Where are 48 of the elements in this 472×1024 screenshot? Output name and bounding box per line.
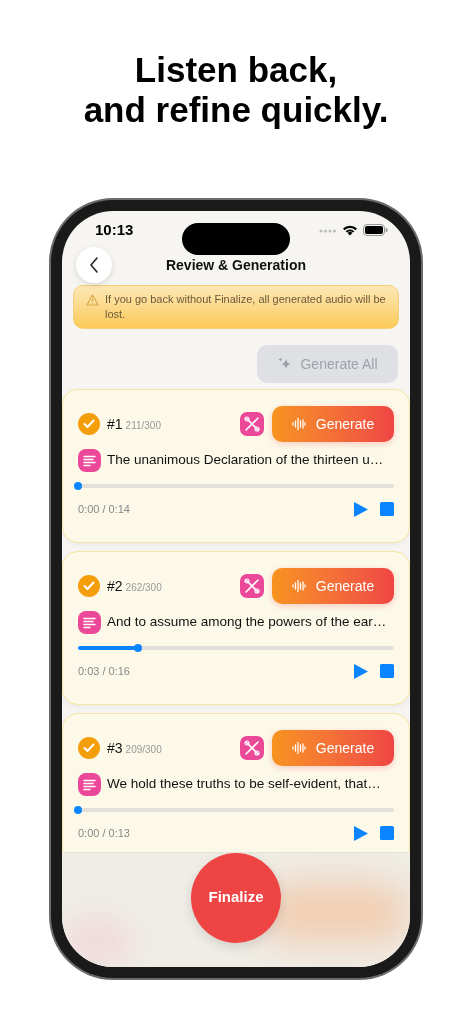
waveform-icon bbox=[291, 417, 306, 431]
generate-button[interactable]: Generate bbox=[272, 730, 394, 766]
headline: and refine quickly. bbox=[83, 90, 389, 130]
status-time: 10:13 bbox=[95, 219, 134, 240]
tools-button[interactable] bbox=[240, 412, 264, 436]
check-icon[interactable] bbox=[78, 575, 100, 597]
progress-thumb[interactable] bbox=[134, 644, 143, 652]
generate-button[interactable]: Generate bbox=[272, 568, 394, 604]
waveform-icon bbox=[291, 741, 306, 755]
clip-number: #2 bbox=[107, 576, 123, 596]
clip-text: We hold these truths to be self-evident, that… bbox=[107, 774, 381, 793]
check-icon[interactable] bbox=[78, 737, 100, 759]
playback-time: 0:00 / 0:14 bbox=[78, 501, 130, 517]
back-button[interactable] bbox=[76, 247, 112, 283]
back-icon bbox=[89, 257, 99, 273]
play-icon[interactable] bbox=[354, 501, 368, 517]
play-icon[interactable] bbox=[354, 663, 368, 679]
wifi-icon bbox=[342, 224, 358, 236]
tools-button[interactable] bbox=[240, 736, 264, 760]
tools-icon bbox=[244, 740, 260, 756]
progress-thumb[interactable] bbox=[74, 482, 82, 490]
finalize-button[interactable]: Finalize bbox=[191, 853, 281, 943]
clip-number: #1 bbox=[107, 414, 123, 434]
text-icon bbox=[78, 610, 101, 634]
signal-icon bbox=[319, 227, 337, 233]
waveform-icon bbox=[291, 579, 306, 593]
warning-icon bbox=[86, 294, 99, 306]
tools-button[interactable] bbox=[240, 574, 264, 598]
check-icon[interactable] bbox=[78, 413, 100, 435]
play-icon[interactable] bbox=[354, 825, 368, 841]
battery-icon bbox=[363, 224, 388, 236]
screen-title: Review & Generation bbox=[165, 255, 306, 275]
text-icon bbox=[78, 448, 101, 472]
character-count: 211/300 bbox=[125, 418, 161, 433]
clip-number: #3 bbox=[107, 738, 123, 758]
clip-text: And to assume among the powers of the ear… bbox=[107, 612, 387, 631]
text-icon bbox=[78, 772, 101, 796]
character-count: 262/300 bbox=[125, 580, 162, 595]
playback-time: 0:00 / 0:13 bbox=[78, 825, 130, 841]
headline: Listen back, bbox=[134, 50, 338, 90]
tools-icon bbox=[244, 578, 260, 594]
clip-text: The unanimous Declaration of the thirteen u… bbox=[107, 450, 384, 469]
tools-icon bbox=[244, 416, 260, 432]
warning-text: If you go back without Finalize, all generated audio will be lost. bbox=[105, 292, 386, 322]
progress-thumb[interactable] bbox=[74, 806, 82, 814]
playback-time: 0:03 / 0:16 bbox=[78, 663, 130, 679]
generate-button[interactable]: Generate bbox=[272, 406, 394, 442]
character-count: 209/300 bbox=[125, 742, 162, 757]
